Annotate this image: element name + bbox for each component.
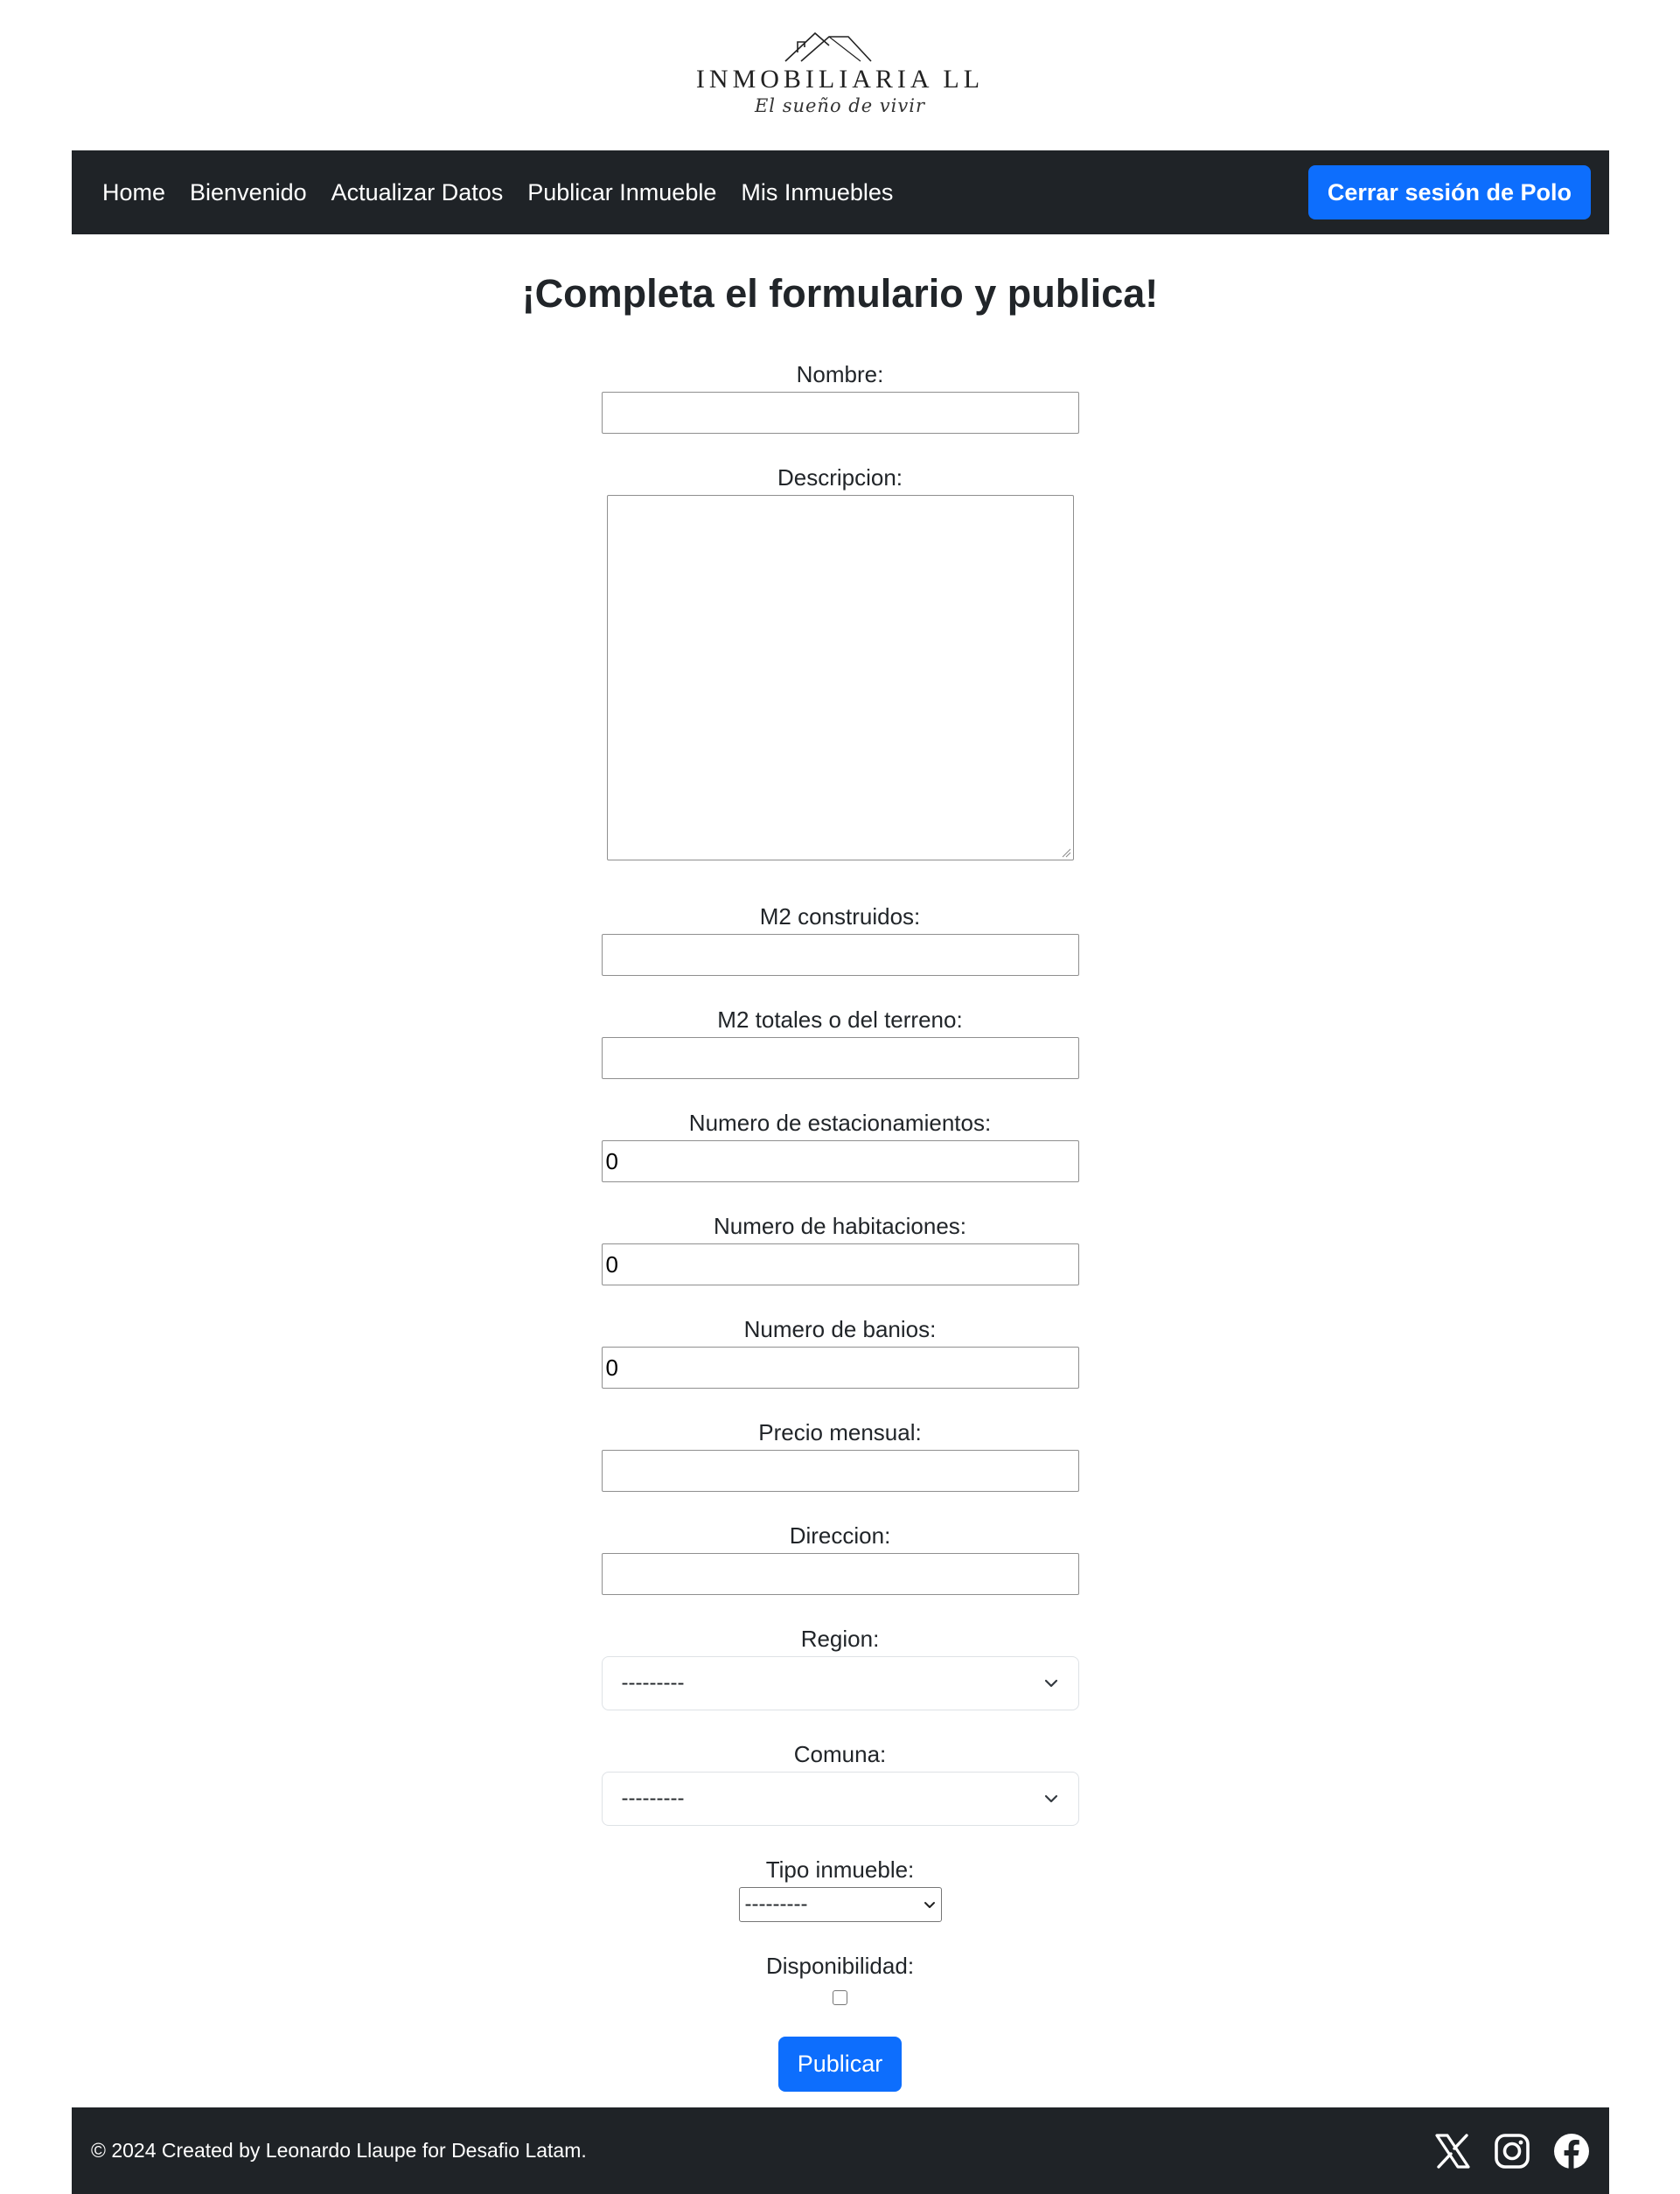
precio-label: Precio mensual: [758, 1419, 922, 1445]
nombre-input[interactable] [601, 392, 1079, 434]
m2-totales-label: M2 totales o del terreno: [717, 1006, 963, 1033]
banios-input[interactable] [601, 1347, 1079, 1389]
x-icon[interactable] [1434, 2133, 1471, 2170]
tipo-inmueble-selected-value: --------- [744, 1892, 808, 1916]
brand-logo: INMOBILIARIA LL El sueño de vivir [0, 26, 1680, 127]
region-selected-value: --------- [621, 1671, 685, 1695]
m2-construidos-input[interactable] [601, 934, 1079, 976]
descripcion-textarea[interactable] [606, 495, 1074, 860]
banios-label: Numero de banios: [743, 1316, 937, 1342]
direccion-label: Direccion: [789, 1522, 891, 1549]
social-links [1434, 2133, 1590, 2170]
precio-input[interactable] [601, 1450, 1079, 1492]
resize-handle-icon[interactable] [1061, 847, 1071, 858]
nav-links: Home Bienvenido Actualizar Datos Publica… [102, 179, 1308, 206]
page-title: ¡Completa el formulario y publica! [521, 271, 1159, 316]
habitaciones-label: Numero de habitaciones: [713, 1213, 967, 1239]
comuna-label: Comuna: [793, 1741, 887, 1767]
tipo-inmueble-select[interactable]: --------- [738, 1887, 942, 1922]
chevron-down-icon [924, 1901, 935, 1908]
publish-form: Nombre: Descripcion: M2 construidos: M2 … [0, 357, 1680, 2092]
direccion-input[interactable] [601, 1553, 1079, 1595]
publicar-button[interactable]: Publicar [777, 2037, 903, 2092]
tipo-inmueble-label: Tipo inmueble: [765, 1856, 915, 1883]
brand-name: INMOBILIARIA LL [695, 65, 985, 94]
nombre-label: Nombre: [796, 361, 884, 387]
nav-link-mis-inmuebles[interactable]: Mis Inmuebles [741, 179, 893, 206]
m2-totales-input[interactable] [601, 1037, 1079, 1079]
logout-button[interactable]: Cerrar sesión de Polo [1307, 165, 1591, 219]
comuna-selected-value: --------- [621, 1787, 685, 1810]
m2-construidos-label: M2 construidos: [759, 903, 921, 930]
chevron-down-icon [1044, 1679, 1057, 1688]
instagram-icon[interactable] [1494, 2133, 1530, 2170]
habitaciones-input[interactable] [601, 1243, 1079, 1285]
descripcion-wrapper [606, 495, 1074, 860]
house-roof-icon [784, 31, 872, 62]
nav-link-home[interactable]: Home [102, 179, 165, 206]
nav-link-bienvenido[interactable]: Bienvenido [190, 179, 307, 206]
region-label: Region: [800, 1626, 880, 1652]
disponibilidad-checkbox[interactable] [833, 1990, 847, 2005]
footer: © 2024 Created by Leonardo Llaupe for De… [72, 2107, 1609, 2194]
footer-copyright: © 2024 Created by Leonardo Llaupe for De… [91, 2139, 587, 2162]
estacionamientos-label: Numero de estacionamientos: [688, 1110, 992, 1136]
region-select[interactable]: --------- [601, 1656, 1079, 1710]
navbar: Home Bienvenido Actualizar Datos Publica… [72, 150, 1609, 234]
nav-link-actualizar-datos[interactable]: Actualizar Datos [331, 179, 504, 206]
brand-tagline: El sueño de vivir [754, 95, 926, 116]
nav-link-publicar-inmueble[interactable]: Publicar Inmueble [527, 179, 716, 206]
descripcion-label: Descripcion: [777, 464, 903, 491]
estacionamientos-input[interactable] [601, 1140, 1079, 1182]
disponibilidad-label: Disponibilidad: [765, 1953, 915, 1979]
chevron-down-icon [1044, 1794, 1057, 1803]
facebook-icon[interactable] [1553, 2133, 1590, 2170]
comuna-select[interactable]: --------- [601, 1772, 1079, 1826]
